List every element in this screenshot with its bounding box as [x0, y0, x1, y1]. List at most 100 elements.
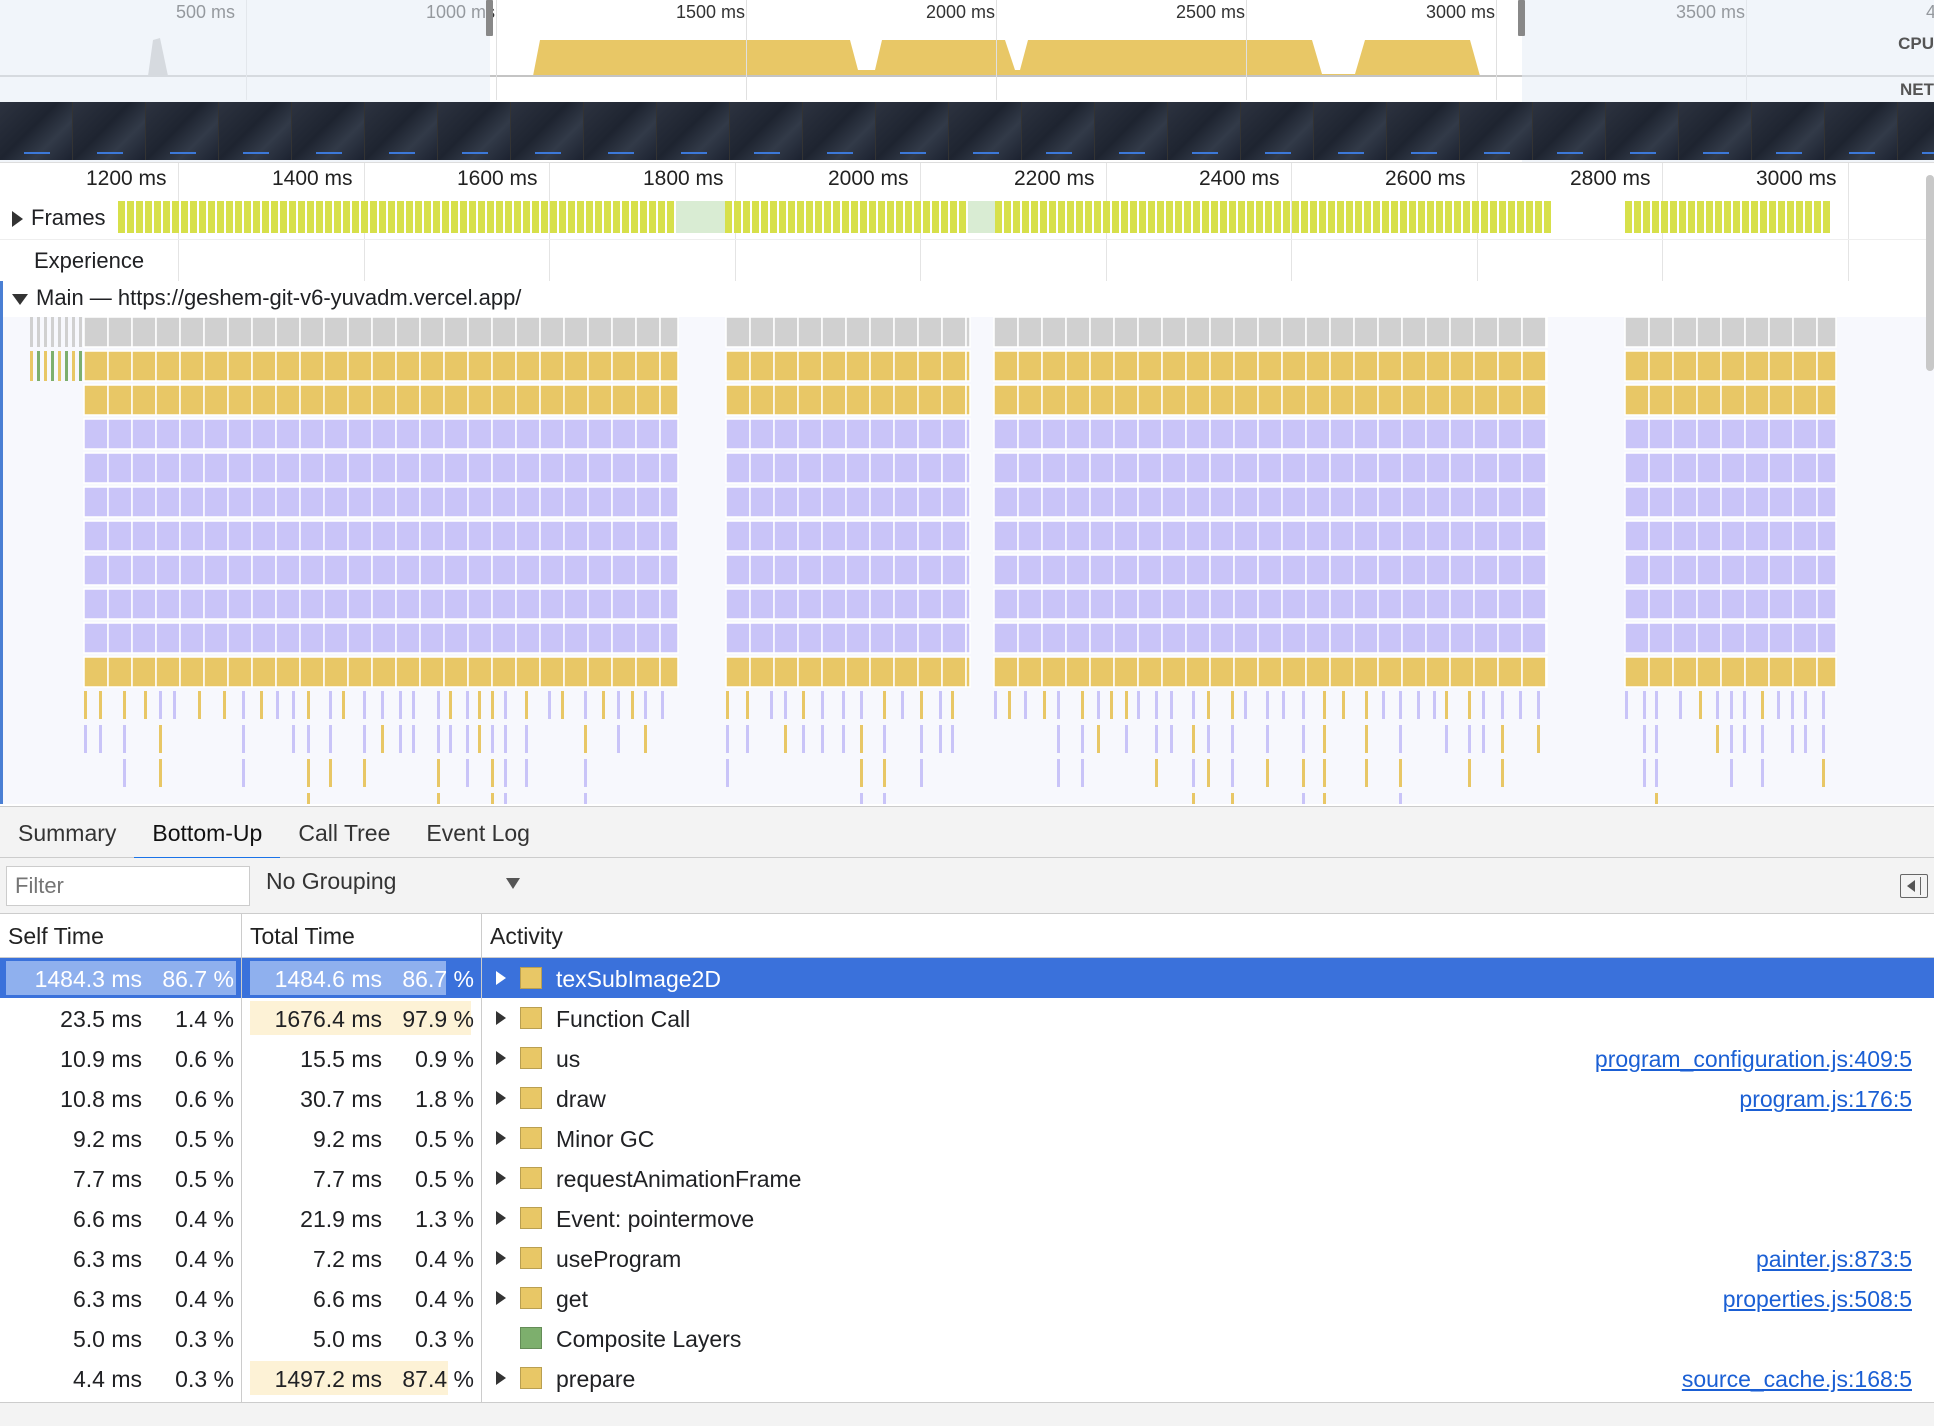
gpu-task-block[interactable]: [539, 520, 565, 552]
animation-frame-block[interactable]: [1816, 384, 1837, 416]
gpu-task-block[interactable]: [251, 588, 277, 620]
gpu-task-block[interactable]: [1672, 418, 1698, 450]
deep-call-block[interactable]: [1170, 725, 1173, 753]
gpu-task-block[interactable]: [1473, 418, 1499, 450]
gpu-task-block[interactable]: [491, 486, 517, 518]
gpu-task-block[interactable]: [1768, 588, 1794, 620]
gpu-task-block[interactable]: [1209, 622, 1235, 654]
gpu-task-block[interactable]: [467, 588, 493, 620]
deep-call-block[interactable]: [860, 793, 863, 804]
gpu-task-block[interactable]: [179, 554, 205, 586]
animation-frame-block[interactable]: [1137, 384, 1163, 416]
screenshot-thumbnail[interactable]: [146, 102, 219, 160]
frame-cell[interactable]: [1355, 201, 1362, 233]
gpu-task-block[interactable]: [1017, 554, 1043, 586]
deep-call-block[interactable]: [491, 725, 494, 753]
gpu-task-block[interactable]: [1233, 486, 1259, 518]
gpu-task-block[interactable]: [1233, 418, 1259, 450]
task-block[interactable]: [1185, 316, 1211, 348]
deep-call-block[interactable]: [1008, 691, 1011, 719]
gpu-task-block[interactable]: [893, 588, 919, 620]
gpu-task-block[interactable]: [1792, 588, 1818, 620]
gpu-task-block[interactable]: [1233, 520, 1259, 552]
gpu-task-block[interactable]: [1648, 418, 1674, 450]
deep-call-block[interactable]: [159, 725, 162, 753]
function-call-block[interactable]: [1305, 350, 1331, 382]
animation-frame-block[interactable]: [1233, 384, 1259, 416]
animation-frame-block[interactable]: [515, 384, 541, 416]
deep-call-block[interactable]: [1057, 759, 1060, 787]
gpu-task-block[interactable]: [611, 622, 637, 654]
gpu-task-block[interactable]: [539, 452, 565, 484]
deep-call-block[interactable]: [1266, 725, 1269, 753]
task-block[interactable]: [1113, 316, 1139, 348]
gpu-task-block[interactable]: [1648, 588, 1674, 620]
gpu-task-block[interactable]: [1768, 520, 1794, 552]
deep-call-block[interactable]: [381, 725, 384, 753]
gpu-task-block[interactable]: [1401, 486, 1427, 518]
function-call-block[interactable]: [275, 350, 301, 382]
gpu-task-block[interactable]: [107, 554, 133, 586]
gpu-task-block[interactable]: [1720, 588, 1746, 620]
frame-cell[interactable]: [1364, 201, 1371, 233]
table-row[interactable]: 23.5 ms 1.4 % 1676.4 ms 97.9 % Function Call: [0, 998, 1934, 1038]
animation-frame-block[interactable]: [299, 384, 325, 416]
deep-call-block[interactable]: [883, 725, 886, 753]
deep-call-block[interactable]: [159, 691, 162, 719]
deep-call-block[interactable]: [292, 691, 295, 719]
frame-cell[interactable]: [532, 201, 539, 233]
deep-call-block[interactable]: [1231, 793, 1234, 804]
gpu-task-block[interactable]: [1792, 452, 1818, 484]
function-call-block[interactable]: [1353, 350, 1379, 382]
deep-call-block[interactable]: [901, 691, 904, 719]
frame-cell[interactable]: [649, 201, 656, 233]
source-link[interactable]: painter.js:873:5: [1756, 1246, 1912, 1273]
function-call-block[interactable]: [1041, 350, 1067, 382]
frame-cell[interactable]: [289, 201, 296, 233]
frame-cell[interactable]: [1211, 201, 1218, 233]
animation-frame-block[interactable]: [1281, 384, 1307, 416]
deep-call-block[interactable]: [631, 691, 634, 719]
gpu-task-block[interactable]: [635, 520, 661, 552]
gpu-task-block[interactable]: [725, 520, 751, 552]
gpu-task-block[interactable]: [1281, 452, 1307, 484]
gpu-task-block[interactable]: [1137, 486, 1163, 518]
texsubimage2d-block[interactable]: [1672, 656, 1698, 688]
gpu-task-block[interactable]: [1017, 622, 1043, 654]
gpu-task-block[interactable]: [1377, 588, 1403, 620]
frame-cell[interactable]: [316, 201, 323, 233]
function-call-block[interactable]: [773, 350, 799, 382]
gpu-task-block[interactable]: [395, 588, 421, 620]
texsubimage2d-block[interactable]: [1353, 656, 1379, 688]
activity-cell[interactable]: draw program.js:176:5: [482, 1078, 1934, 1118]
gpu-task-block[interactable]: [131, 520, 157, 552]
flame-chart-area[interactable]: 1200 ms 1400 ms 1600 ms 1800 ms 2000 ms 2200 …: [0, 162, 1934, 804]
texsubimage2d-block[interactable]: [635, 656, 661, 688]
task-block[interactable]: [1449, 316, 1475, 348]
gpu-task-block[interactable]: [203, 554, 229, 586]
frame-cell[interactable]: [1688, 201, 1695, 233]
deep-call-block[interactable]: [883, 793, 886, 804]
frame-cell[interactable]: [379, 201, 386, 233]
function-call-block[interactable]: [251, 350, 277, 382]
function-call-block[interactable]: [1185, 350, 1211, 382]
deep-call-block[interactable]: [1192, 725, 1195, 753]
texsubimage2d-block[interactable]: [941, 656, 967, 688]
task-block[interactable]: [443, 316, 469, 348]
animation-frame-block[interactable]: [1305, 384, 1331, 416]
texsubimage2d-block[interactable]: [179, 656, 205, 688]
texsubimage2d-block[interactable]: [869, 656, 895, 688]
frame-cell[interactable]: [658, 201, 665, 233]
gpu-task-block[interactable]: [1473, 588, 1499, 620]
gpu-task-block[interactable]: [1209, 554, 1235, 586]
gpu-task-block[interactable]: [395, 520, 421, 552]
task-block[interactable]: [749, 316, 775, 348]
gpu-task-block[interactable]: [1329, 520, 1355, 552]
gpu-task-block[interactable]: [1401, 418, 1427, 450]
table-row[interactable]: 10.8 ms 0.6 % 30.7 ms 1.8 % draw program.js:1…: [0, 1078, 1934, 1118]
frame-cell[interactable]: [734, 201, 741, 233]
gpu-task-block[interactable]: [1425, 452, 1451, 484]
gpu-task-block[interactable]: [1672, 486, 1698, 518]
function-call-block[interactable]: [467, 350, 493, 382]
screenshot-thumbnail[interactable]: [1825, 102, 1898, 160]
